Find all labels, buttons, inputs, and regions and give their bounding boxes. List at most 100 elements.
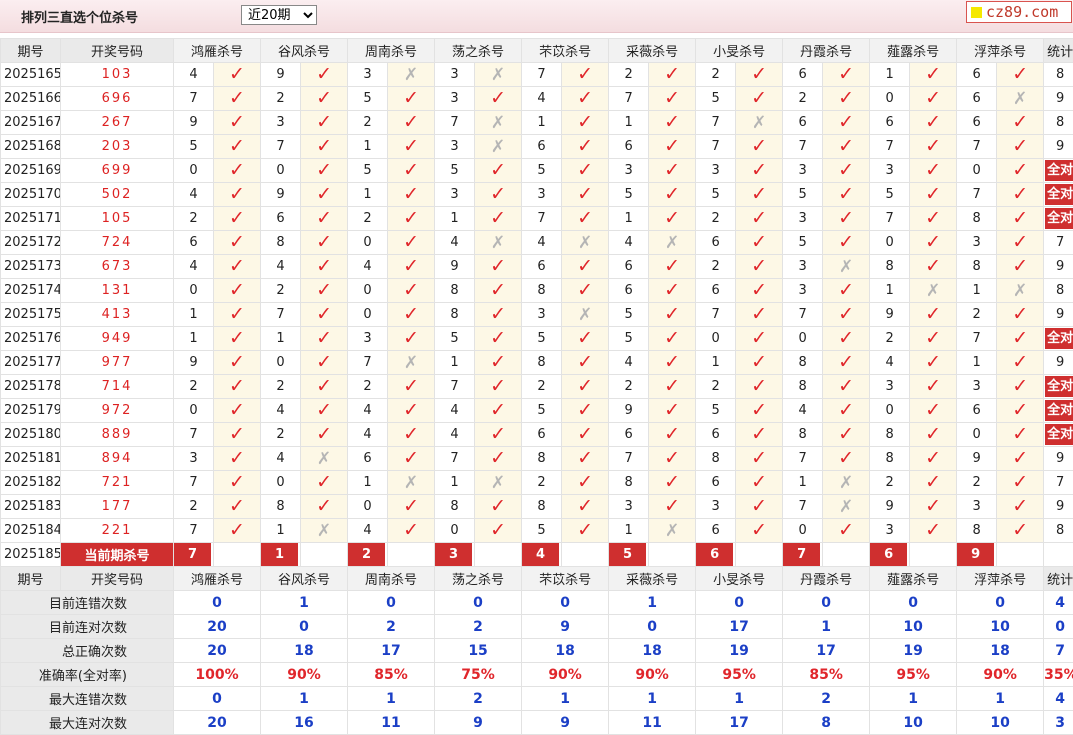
draw-number-cell: 203 (60, 134, 174, 159)
kill-number-cell: 6 (608, 422, 650, 447)
period-range-select[interactable]: 近20期 (241, 5, 317, 25)
result-cell: ✓ (648, 350, 697, 375)
check-icon: ✓ (1012, 327, 1029, 349)
check-icon: ✓ (925, 159, 942, 181)
result-cell: ✗ (474, 62, 523, 87)
check-icon: ✓ (838, 519, 855, 541)
current-kill-cell: 4 (521, 542, 563, 567)
all-correct-badge: 全对 (1044, 400, 1073, 421)
kill-number-cell: 0 (782, 518, 824, 543)
check-icon: ✓ (925, 231, 942, 253)
summary-label: 最大连错次数 (0, 686, 174, 711)
stat-cell: 全对 (1043, 326, 1073, 351)
summary-value: 2 (347, 614, 436, 639)
page-title: 排列三直选个位杀号 (21, 11, 139, 26)
kill-number-cell: 6 (260, 206, 302, 231)
kill-number-cell: 5 (695, 398, 737, 423)
summary-value: 16 (260, 710, 349, 735)
cross-icon: ✗ (838, 256, 854, 277)
kill-number-cell: 7 (173, 86, 214, 111)
cross-icon: ✗ (838, 472, 854, 493)
site-logo[interactable]: cz89.com (966, 1, 1072, 23)
kill-number-cell: 7 (173, 422, 214, 447)
column-header: 鸿雁杀号 (172, 38, 262, 63)
kill-number-cell: 3 (782, 158, 824, 183)
result-cell: ✓ (474, 158, 523, 183)
column-header: 芣苡杀号 (521, 38, 610, 63)
result-cell: ✓ (212, 350, 262, 375)
result-cell: ✓ (735, 302, 784, 327)
kill-number-cell: 6 (608, 278, 650, 303)
current-kill-cell: 6 (869, 542, 911, 567)
kill-number-cell: 6 (695, 230, 737, 255)
result-cell: ✓ (822, 446, 871, 471)
period-cell: 2025171 (0, 206, 61, 231)
result-cell: ✓ (561, 494, 610, 519)
all-correct-badge: 全对 (1044, 376, 1073, 397)
current-kill-number: 1 (261, 543, 299, 566)
kill-number-cell: 2 (260, 86, 302, 111)
summary-value: 90% (608, 662, 697, 687)
result-cell: ✓ (822, 206, 871, 231)
result-cell: ✓ (300, 422, 349, 447)
kill-number-cell: 5 (521, 398, 563, 423)
column-header: 丹霞杀号 (782, 566, 871, 591)
summary-value: 19 (869, 638, 958, 663)
kill-number-cell: 2 (956, 302, 998, 327)
result-cell: ✓ (474, 374, 523, 399)
stat-cell: 全对 (1043, 398, 1073, 423)
kill-number-cell: 6 (521, 254, 563, 279)
kill-number-cell: 1 (347, 134, 389, 159)
period-cell: 2025179 (0, 398, 61, 423)
result-cell: ✓ (996, 470, 1045, 495)
check-icon: ✓ (403, 87, 419, 109)
check-icon: ✓ (577, 63, 594, 85)
cross-icon: ✗ (403, 352, 419, 373)
check-icon: ✓ (925, 135, 942, 157)
kill-number-cell: 1 (869, 62, 911, 87)
check-icon: ✓ (229, 495, 245, 517)
check-icon: ✓ (316, 63, 332, 85)
summary-value: 17 (695, 614, 784, 639)
kill-number-cell: 8 (782, 422, 824, 447)
result-cell: ✓ (474, 326, 523, 351)
current-kill-number: 3 (435, 543, 473, 566)
check-icon: ✓ (751, 135, 768, 157)
kill-number-cell: 1 (347, 182, 389, 207)
result-cell: ✓ (822, 350, 871, 375)
result-cell: ✓ (300, 86, 349, 111)
result-cell: ✓ (909, 158, 958, 183)
result-cell: ✓ (996, 350, 1045, 375)
kill-number-cell: 8 (521, 278, 563, 303)
kill-number-cell: 9 (434, 254, 476, 279)
check-icon: ✓ (229, 375, 245, 397)
check-icon: ✓ (838, 279, 855, 301)
kill-number-cell: 5 (521, 326, 563, 351)
result-cell: ✓ (387, 158, 436, 183)
kill-number-cell: 9 (173, 350, 214, 375)
kill-number-cell: 0 (260, 470, 302, 495)
result-cell: ✓ (735, 254, 784, 279)
check-icon: ✓ (490, 399, 507, 421)
check-icon: ✓ (838, 399, 855, 421)
check-icon: ✓ (664, 351, 681, 373)
kill-number-cell: 3 (434, 182, 476, 207)
result-cell: ✓ (212, 422, 262, 447)
kill-number-cell: 8 (260, 230, 302, 255)
result-cell: ✓ (735, 446, 784, 471)
kill-number-cell: 6 (956, 62, 998, 87)
summary-value: 17 (347, 638, 436, 663)
draw-number-cell: 699 (60, 158, 174, 183)
check-icon: ✓ (1012, 183, 1029, 205)
summary-value: 0 (434, 590, 523, 615)
result-cell: ✓ (909, 62, 958, 87)
result-cell: ✓ (300, 62, 349, 87)
kill-number-cell: 6 (347, 446, 389, 471)
check-icon: ✓ (664, 87, 681, 109)
result-cell: ✓ (387, 422, 436, 447)
check-icon: ✓ (664, 327, 681, 349)
check-icon: ✓ (577, 111, 594, 133)
check-icon: ✓ (751, 183, 768, 205)
cross-icon: ✗ (1013, 280, 1028, 301)
period-cell: 2025176 (0, 326, 61, 351)
